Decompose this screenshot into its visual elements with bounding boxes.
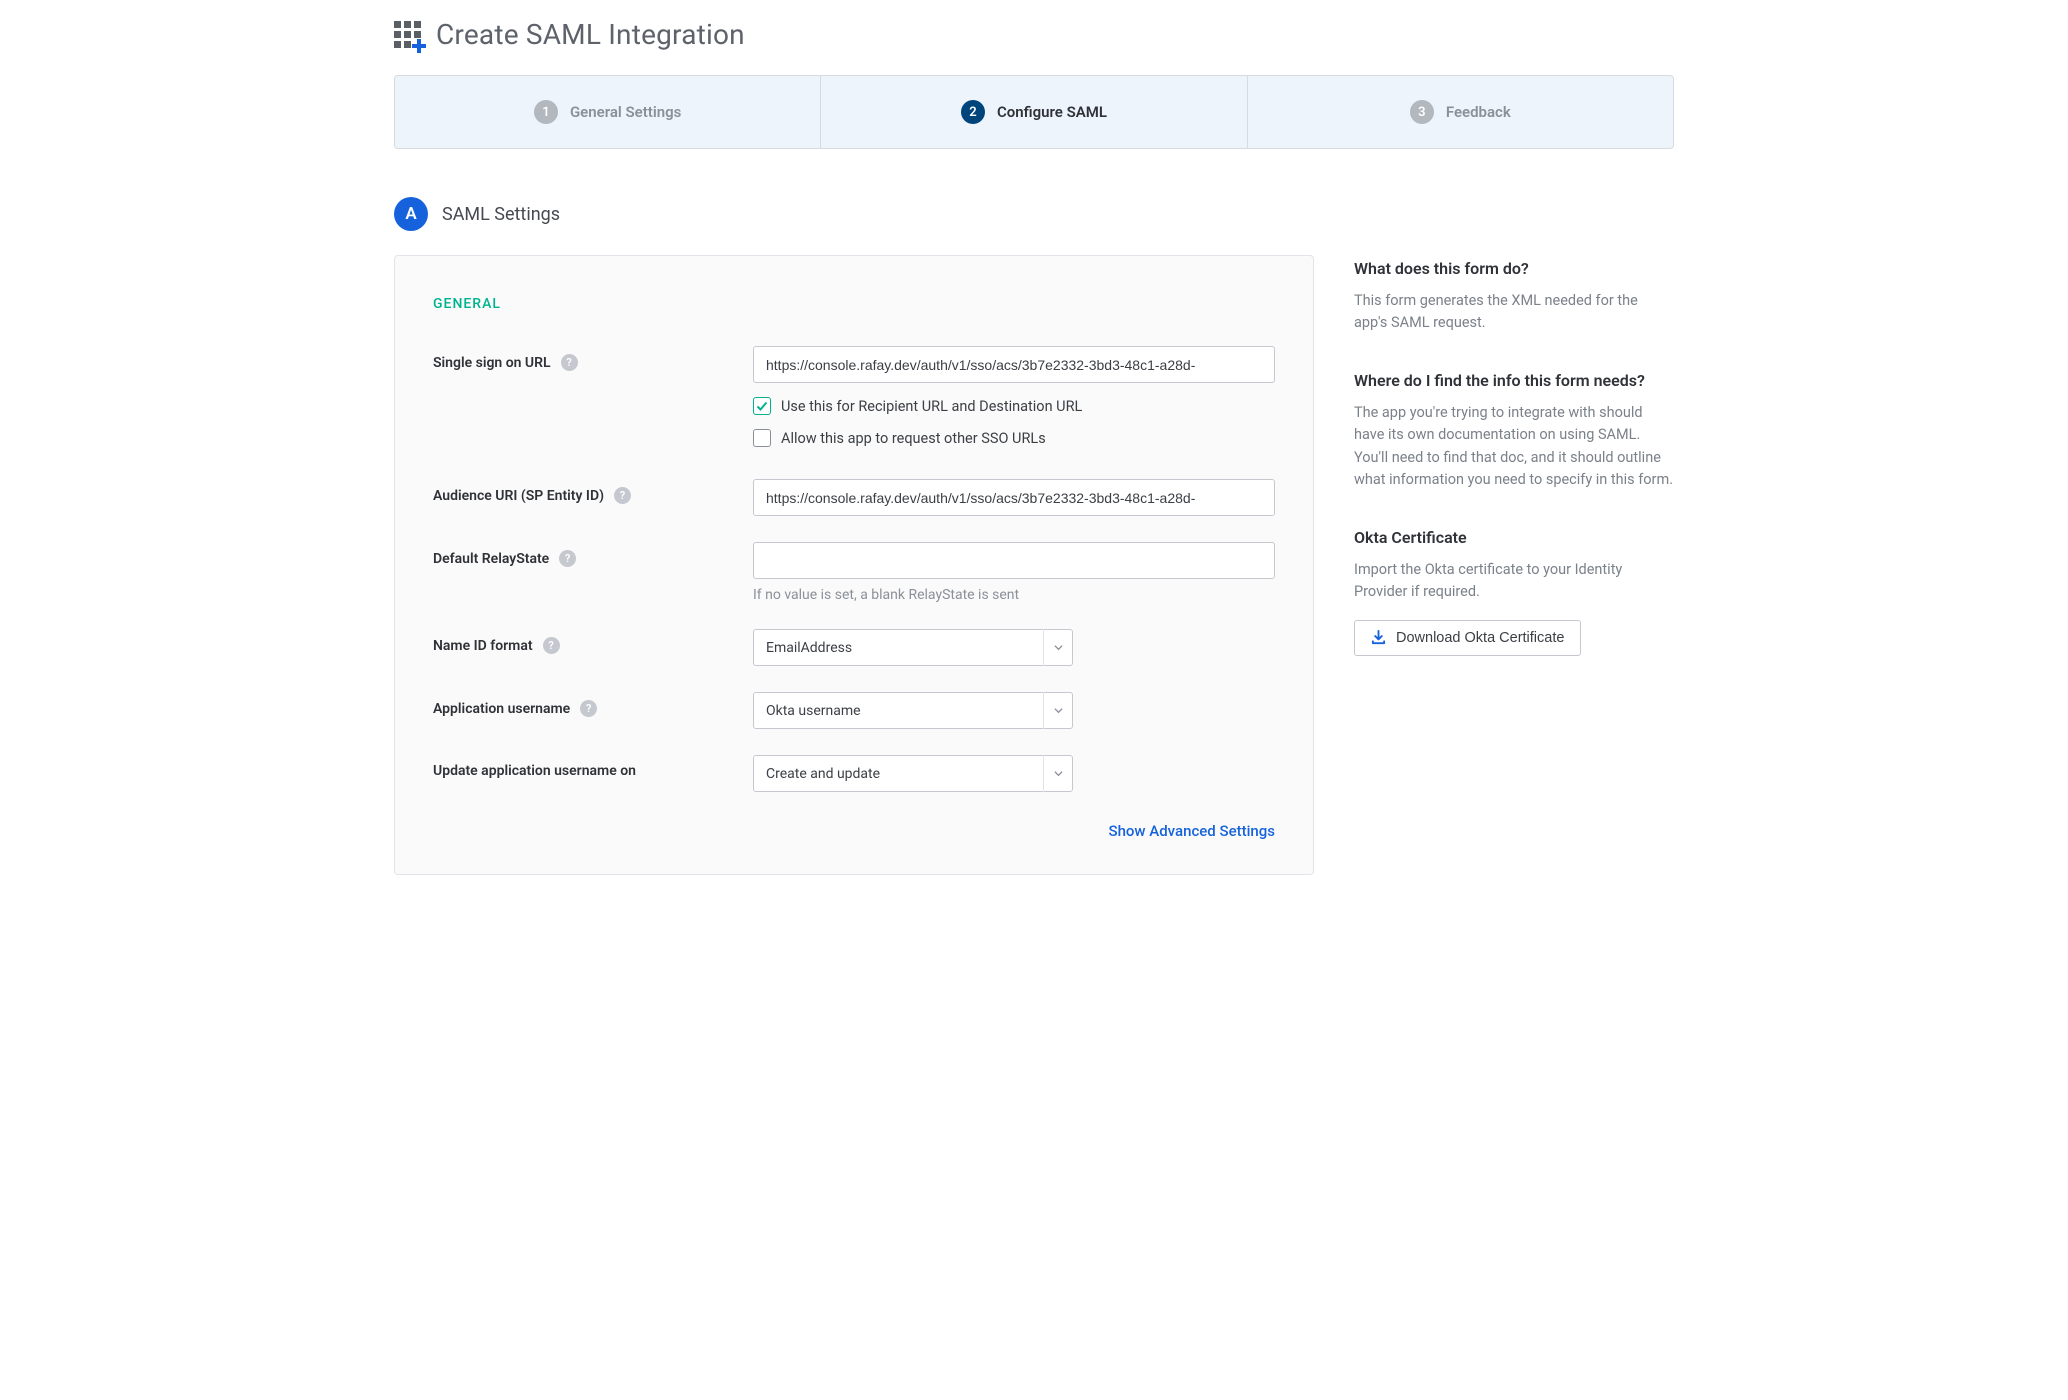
use-for-recipient-checkbox[interactable]: Use this for Recipient URL and Destinati… <box>753 397 1275 415</box>
step-label: Configure SAML <box>997 103 1107 121</box>
help-icon[interactable]: ? <box>614 487 631 504</box>
relay-state-label: Default RelayState <box>433 551 549 567</box>
step-number: 2 <box>961 100 985 124</box>
page-header: Create SAML Integration <box>394 18 1674 51</box>
help-heading: What does this form do? <box>1354 259 1674 278</box>
page-title: Create SAML Integration <box>436 18 745 51</box>
update-username-on-label: Update application username on <box>433 763 636 779</box>
download-icon <box>1371 630 1386 645</box>
sso-url-label: Single sign on URL <box>433 355 551 371</box>
help-text: The app you're trying to integrate with … <box>1354 402 1674 492</box>
checkbox-icon <box>753 397 771 415</box>
wizard-step-general-settings[interactable]: 1 General Settings <box>395 76 821 148</box>
step-label: Feedback <box>1446 103 1511 121</box>
sidebar-help: What does this form do? This form genera… <box>1354 255 1674 692</box>
audience-uri-input[interactable] <box>753 479 1275 516</box>
wizard-steps: 1 General Settings 2 Configure SAML 3 Fe… <box>394 75 1674 149</box>
checkbox-label: Use this for Recipient URL and Destinati… <box>781 398 1082 415</box>
saml-settings-form: GENERAL Single sign on URL ? Use this fo… <box>394 255 1314 875</box>
sso-url-input[interactable] <box>753 346 1275 383</box>
section-header: A SAML Settings <box>394 197 1674 231</box>
allow-other-sso-checkbox[interactable]: Allow this app to request other SSO URLs <box>753 429 1275 447</box>
update-username-on-select[interactable]: Create and update <box>753 755 1073 792</box>
help-icon[interactable]: ? <box>559 550 576 567</box>
name-id-format-label: Name ID format <box>433 638 533 654</box>
okta-cert-heading: Okta Certificate <box>1354 528 1674 547</box>
step-number: 3 <box>1410 100 1434 124</box>
select-value: Create and update <box>766 766 880 782</box>
step-label: General Settings <box>570 103 681 121</box>
checkbox-label: Allow this app to request other SSO URLs <box>781 430 1046 447</box>
step-number: 1 <box>534 100 558 124</box>
button-label: Download Okta Certificate <box>1396 630 1564 646</box>
plus-icon <box>412 39 426 53</box>
help-icon[interactable]: ? <box>561 354 578 371</box>
section-badge: A <box>394 197 428 231</box>
relay-state-input[interactable] <box>753 542 1275 579</box>
okta-cert-text: Import the Okta certificate to your Iden… <box>1354 559 1674 604</box>
app-username-select[interactable]: Okta username <box>753 692 1073 729</box>
audience-uri-label: Audience URI (SP Entity ID) <box>433 488 604 504</box>
show-advanced-settings-link[interactable]: Show Advanced Settings <box>1108 822 1275 840</box>
app-username-label: Application username <box>433 701 570 717</box>
checkbox-icon <box>753 429 771 447</box>
section-title: SAML Settings <box>442 204 560 225</box>
help-icon[interactable]: ? <box>580 700 597 717</box>
apps-grid-icon <box>394 21 422 49</box>
general-heading: GENERAL <box>433 296 1275 312</box>
select-value: Okta username <box>766 703 861 719</box>
help-text: This form generates the XML needed for t… <box>1354 290 1674 335</box>
help-heading: Where do I find the info this form needs… <box>1354 371 1674 390</box>
relay-state-hint: If no value is set, a blank RelayState i… <box>753 587 1275 603</box>
help-icon[interactable]: ? <box>543 637 560 654</box>
download-okta-certificate-button[interactable]: Download Okta Certificate <box>1354 620 1581 656</box>
select-value: EmailAddress <box>766 640 852 656</box>
wizard-step-configure-saml[interactable]: 2 Configure SAML <box>821 76 1247 148</box>
name-id-format-select[interactable]: EmailAddress <box>753 629 1073 666</box>
wizard-step-feedback[interactable]: 3 Feedback <box>1248 76 1673 148</box>
